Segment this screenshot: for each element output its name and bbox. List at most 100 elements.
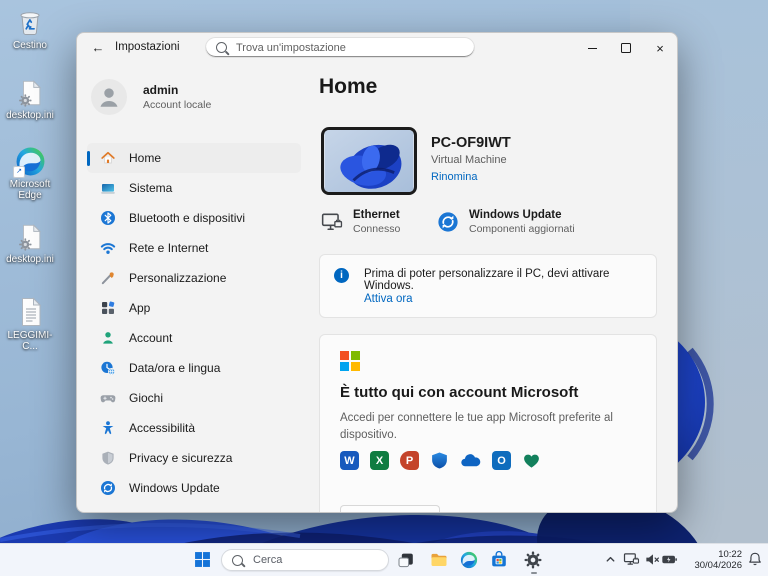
ini-file-icon [2,222,58,252]
sidebar-item-privacy[interactable]: Privacy e sicurezza [87,443,301,473]
sidebar-item-app[interactable]: App [87,293,301,323]
desktop-icon-label: desktop.ini [2,254,58,265]
personalization-icon [100,270,116,286]
settings-open-indicator [531,572,537,575]
sidebar-item-data-ora[interactable]: Data/ora e lingua [87,353,301,383]
notification-bell-icon[interactable] [747,551,763,567]
shortcut-arrow-icon: ↗ [13,166,25,178]
windows-update-status[interactable]: Windows Update Componenti aggiornati [437,209,575,235]
tray-volume-icon[interactable] [644,551,661,568]
card-body: Accedi per connettere le tue app Microso… [340,410,640,443]
signin-button-partial[interactable] [340,505,440,513]
settings-gear-button[interactable] [524,551,542,569]
settings-search-box[interactable] [205,37,475,58]
maximize-button[interactable] [609,33,643,63]
desktop-icon-label: Cestino [2,40,58,51]
user-name: admin [143,83,211,97]
desktop-icon-desktop-ini-1[interactable]: desktop.ini [2,78,58,121]
recycle-bin-icon [2,6,58,38]
sidebar-item-home[interactable]: Home [87,143,301,173]
taskbar-search-input[interactable] [251,553,378,567]
titlebar: ← Impostazioni × [77,33,677,63]
outlook-icon: O [492,451,511,470]
tray-network-icon[interactable] [623,551,640,568]
close-icon: × [656,41,664,56]
account-row[interactable]: admin Account locale [91,79,211,115]
desktop-icon-label: desktop.ini [2,110,58,121]
sidebar-item-giochi[interactable]: Giochi [87,383,301,413]
app-icons-row: W X P O [340,451,541,470]
taskbar-clock[interactable]: 10:22 30/04/2026 [684,549,742,571]
desktop-icon-label: Microsoft Edge [2,179,58,201]
accessibility-icon [100,420,116,436]
windows-update-icon [437,211,459,233]
desktop-icon-label: LEGGIMI-C... [2,330,58,352]
account-icon [100,330,116,346]
sidebar-item-account[interactable]: Account [87,323,301,353]
back-icon: ← [92,40,105,55]
device-name: PC-OF9IWT [431,135,511,151]
activate-now-link[interactable]: Attiva ora [364,293,413,305]
minimize-button[interactable] [575,33,609,63]
desktop-icon-recycle-bin[interactable]: Cestino [2,6,58,51]
card-title: È tutto qui con account Microsoft [340,384,578,401]
desktop: Cestino desktop.ini ↗ Microsoft Edge des… [0,0,768,576]
device-type: Virtual Machine [431,154,511,166]
privacy-icon [100,450,116,466]
device-summary: PC-OF9IWT Virtual Machine Rinomina [321,127,511,195]
start-button[interactable] [194,551,211,568]
settings-window: ← Impostazioni × admin Account locale [76,32,678,513]
rename-link[interactable]: Rinomina [431,171,511,183]
system-icon [100,180,116,196]
tray-battery-icon[interactable] [661,551,678,568]
edge-icon: ↗ [2,146,58,177]
sidebar-item-rete[interactable]: Rete e Internet [87,233,301,263]
close-button[interactable]: × [643,33,677,63]
family-safety-icon [522,451,541,470]
status-row: Ethernet Connesso Windows Update Compone… [321,209,575,235]
defender-icon [430,451,449,470]
sidebar-item-windows-update[interactable]: Windows Update [87,473,301,503]
sidebar-nav: Home Sistema Bluetooth e dispositivi Ret… [87,143,301,503]
microsoft-account-card: È tutto qui con account Microsoft Accedi… [319,334,657,513]
tray-chevron-icon[interactable] [604,553,617,566]
windows-update-icon [100,480,116,496]
taskbar: 10:22 30/04/2026 [0,543,768,576]
selected-indicator [87,151,90,166]
search-icon [232,555,243,566]
microsoft-logo [340,351,360,371]
network-icon [100,240,116,256]
ini-file-icon [2,78,58,108]
ethernet-status[interactable]: Ethernet Connesso [321,209,437,235]
gaming-icon [100,390,116,406]
store-button[interactable] [490,551,508,569]
time-language-icon [100,360,116,376]
clock-time: 10:22 [684,549,742,560]
desktop-icon-desktop-ini-2[interactable]: desktop.ini [2,222,58,265]
edge-button[interactable] [460,551,478,569]
text-file-icon [2,296,58,328]
desktop-icon-microsoft-edge[interactable]: ↗ Microsoft Edge [2,146,58,201]
page-title: Home [319,75,377,99]
desktop-icon-readme[interactable]: LEGGIMI-C... [2,296,58,352]
activation-message: Prima di poter personalizzare il PC, dev… [364,268,648,292]
apps-icon [100,300,116,316]
word-icon: W [340,451,359,470]
activation-banner: i Prima di poter personalizzare il PC, d… [319,254,657,318]
taskbar-search-box[interactable] [221,549,389,571]
ethernet-icon [321,211,343,233]
file-explorer-button[interactable] [430,551,448,569]
sidebar-item-personalizzazione[interactable]: Personalizzazione [87,263,301,293]
info-icon: i [334,268,349,283]
settings-search-input[interactable] [234,41,464,55]
sidebar-item-sistema[interactable]: Sistema [87,173,301,203]
clock-date: 30/04/2026 [684,560,742,571]
back-button[interactable]: ← [87,38,109,58]
search-icon [216,42,227,53]
maximize-icon [621,43,631,53]
home-icon [100,150,116,166]
sidebar-item-bluetooth[interactable]: Bluetooth e dispositivi [87,203,301,233]
excel-icon: X [370,451,389,470]
sidebar-item-accessibilita[interactable]: Accessibilità [87,413,301,443]
task-view-button[interactable] [397,551,415,569]
